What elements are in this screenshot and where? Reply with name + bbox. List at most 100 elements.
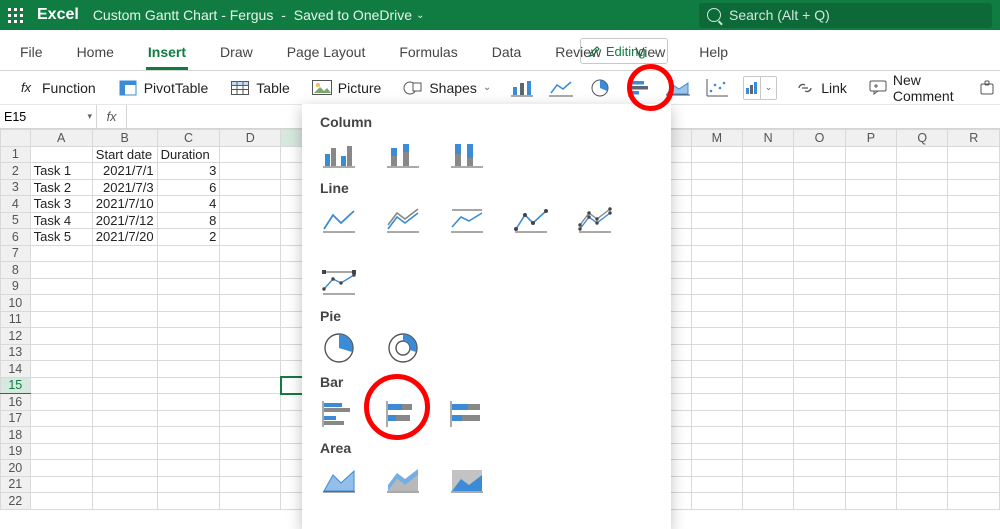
cell-D18[interactable] <box>220 427 281 444</box>
cell-A2[interactable]: Task 1 <box>30 163 92 180</box>
cell-C1[interactable]: Duration <box>157 146 220 163</box>
cell-R7[interactable] <box>948 245 1000 262</box>
cell-M7[interactable] <box>691 245 742 262</box>
cell-B16[interactable] <box>92 394 157 411</box>
cell-N4[interactable] <box>742 196 793 213</box>
cell-R9[interactable] <box>948 278 1000 295</box>
cell-N15[interactable] <box>742 377 793 394</box>
cell-N10[interactable] <box>742 295 793 312</box>
cell-D14[interactable] <box>220 361 281 378</box>
cell-A19[interactable] <box>30 443 92 460</box>
cell-D16[interactable] <box>220 394 281 411</box>
cell-P5[interactable] <box>845 212 896 229</box>
cell-A12[interactable] <box>30 328 92 345</box>
cell-Q11[interactable] <box>897 311 948 328</box>
cell-D4[interactable] <box>220 196 281 213</box>
row-header-12[interactable]: 12 <box>1 328 31 345</box>
cell-M5[interactable] <box>691 212 742 229</box>
cell-Q22[interactable] <box>897 493 948 510</box>
document-title-group[interactable]: Custom Gantt Chart - Fergus - Saved to O… <box>93 7 425 23</box>
cell-A6[interactable]: Task 5 <box>30 229 92 246</box>
cell-R19[interactable] <box>948 443 1000 460</box>
cell-B15[interactable] <box>92 377 157 394</box>
cell-M19[interactable] <box>691 443 742 460</box>
cell-O17[interactable] <box>794 410 845 427</box>
row-header-13[interactable]: 13 <box>1 344 31 361</box>
chart-option-pie[interactable] <box>320 330 358 366</box>
cell-O16[interactable] <box>794 394 845 411</box>
cell-A17[interactable] <box>30 410 92 427</box>
cell-B22[interactable] <box>92 493 157 510</box>
tab-home[interactable]: Home <box>75 36 116 70</box>
cell-N14[interactable] <box>742 361 793 378</box>
cell-D13[interactable] <box>220 344 281 361</box>
cell-B14[interactable] <box>92 361 157 378</box>
cell-A14[interactable] <box>30 361 92 378</box>
cell-Q6[interactable] <box>897 229 948 246</box>
cell-N8[interactable] <box>742 262 793 279</box>
cell-O5[interactable] <box>794 212 845 229</box>
cell-R10[interactable] <box>948 295 1000 312</box>
cell-P22[interactable] <box>845 493 896 510</box>
cell-P12[interactable] <box>845 328 896 345</box>
cell-Q9[interactable] <box>897 278 948 295</box>
cell-O9[interactable] <box>794 278 845 295</box>
row-header-21[interactable]: 21 <box>1 476 31 493</box>
cell-N19[interactable] <box>742 443 793 460</box>
cell-D8[interactable] <box>220 262 281 279</box>
cell-D20[interactable] <box>220 460 281 477</box>
cell-C17[interactable] <box>157 410 220 427</box>
cell-N9[interactable] <box>742 278 793 295</box>
cell-N18[interactable] <box>742 427 793 444</box>
cell-C16[interactable] <box>157 394 220 411</box>
cell-P15[interactable] <box>845 377 896 394</box>
chart-option-stacked-line[interactable] <box>384 202 422 238</box>
cell-O7[interactable] <box>794 245 845 262</box>
cell-O4[interactable] <box>794 196 845 213</box>
cell-C10[interactable] <box>157 295 220 312</box>
cell-B19[interactable] <box>92 443 157 460</box>
cell-M14[interactable] <box>691 361 742 378</box>
cell-O18[interactable] <box>794 427 845 444</box>
chart-option-doughnut[interactable] <box>384 330 422 366</box>
cell-M12[interactable] <box>691 328 742 345</box>
row-header-22[interactable]: 22 <box>1 493 31 510</box>
cell-R18[interactable] <box>948 427 1000 444</box>
cell-R1[interactable] <box>948 146 1000 163</box>
cell-Q8[interactable] <box>897 262 948 279</box>
row-header-5[interactable]: 5 <box>1 212 31 229</box>
cell-Q16[interactable] <box>897 394 948 411</box>
cell-N5[interactable] <box>742 212 793 229</box>
chart-option-100-stacked-bar[interactable] <box>448 396 486 432</box>
cell-O13[interactable] <box>794 344 845 361</box>
cell-P18[interactable] <box>845 427 896 444</box>
cell-P9[interactable] <box>845 278 896 295</box>
cell-Q1[interactable] <box>897 146 948 163</box>
cell-N2[interactable] <box>742 163 793 180</box>
cell-B12[interactable] <box>92 328 157 345</box>
col-header-R[interactable]: R <box>948 130 1000 147</box>
cell-O1[interactable] <box>794 146 845 163</box>
cell-M18[interactable] <box>691 427 742 444</box>
cell-N1[interactable] <box>742 146 793 163</box>
cell-P11[interactable] <box>845 311 896 328</box>
cell-M6[interactable] <box>691 229 742 246</box>
tab-help[interactable]: Help <box>697 36 730 70</box>
cell-N21[interactable] <box>742 476 793 493</box>
cell-A10[interactable] <box>30 295 92 312</box>
row-header-3[interactable]: 3 <box>1 179 31 196</box>
cell-P16[interactable] <box>845 394 896 411</box>
chart-option-line-markers[interactable] <box>512 202 550 238</box>
cell-B1[interactable]: Start date <box>92 146 157 163</box>
cell-Q18[interactable] <box>897 427 948 444</box>
cell-P1[interactable] <box>845 146 896 163</box>
tab-draw[interactable]: Draw <box>218 36 255 70</box>
cell-Q5[interactable] <box>897 212 948 229</box>
cell-B2[interactable]: 2021/7/1 <box>92 163 157 180</box>
cell-Q21[interactable] <box>897 476 948 493</box>
cell-M3[interactable] <box>691 179 742 196</box>
cell-C12[interactable] <box>157 328 220 345</box>
picture-button[interactable]: Picture <box>308 77 386 99</box>
cell-P3[interactable] <box>845 179 896 196</box>
cell-B5[interactable]: 2021/7/12 <box>92 212 157 229</box>
